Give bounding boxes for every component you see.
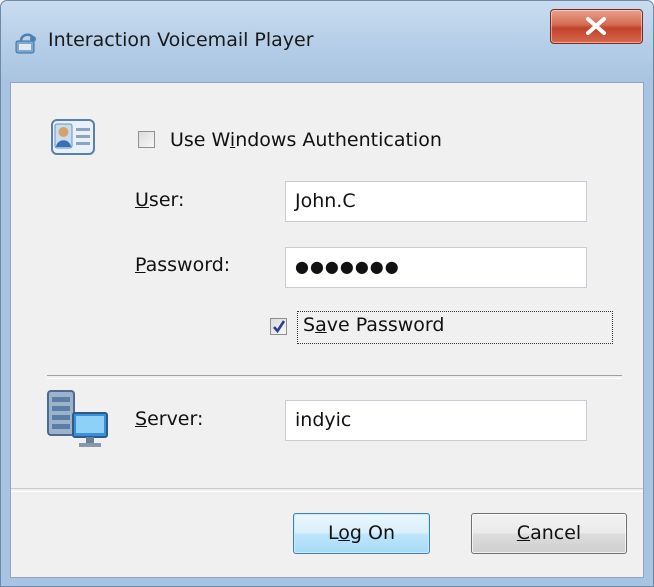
server-label: Server: (135, 408, 204, 430)
window-title: Interaction Voicemail Player (48, 29, 314, 51)
login-dialog-window: Interaction Voicemail Player Use Windows… (0, 0, 654, 587)
save-password-label[interactable]: Save Password (303, 314, 444, 336)
close-button[interactable] (550, 9, 643, 44)
voicemail-app-icon (13, 30, 39, 56)
save-password-checkbox[interactable] (270, 318, 287, 335)
user-card-icon (51, 119, 95, 161)
server-computer-icon (45, 389, 111, 453)
dialog-client-area: Use Windows Authentication User: John.C … (10, 82, 644, 578)
password-label: Password: (135, 254, 231, 276)
log-on-button[interactable]: Log On (293, 513, 430, 554)
footer-separator (11, 488, 643, 492)
title-bar[interactable]: Interaction Voicemail Player (1, 1, 653, 81)
user-input[interactable]: John.C (285, 181, 587, 222)
use-windows-auth-label[interactable]: Use Windows Authentication (170, 129, 442, 151)
checkmark-icon (273, 320, 286, 334)
user-label: User: (135, 189, 185, 211)
password-input[interactable]: ●●●●●●● (285, 247, 587, 288)
section-separator (47, 375, 622, 379)
cancel-button[interactable]: Cancel (471, 513, 627, 554)
server-input[interactable]: indyic (285, 400, 587, 441)
close-x-icon (586, 17, 606, 35)
use-windows-auth-checkbox[interactable] (138, 131, 155, 148)
